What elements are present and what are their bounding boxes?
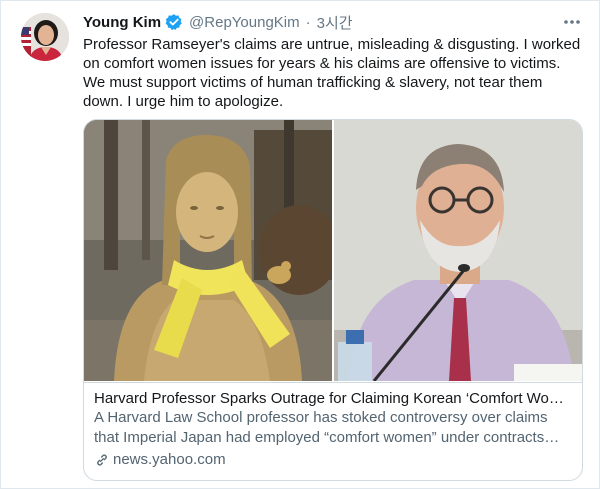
author-handle[interactable]: @RepYoungKim: [189, 14, 300, 31]
card-description: A Harvard Law School professor has stoke…: [94, 409, 548, 446]
card-media[interactable]: [84, 120, 582, 381]
tweet-text: Professor Ramseyer's claims are untrue, …: [83, 36, 581, 110]
author-name[interactable]: Young Kim: [83, 14, 161, 31]
more-options-icon[interactable]: [561, 13, 583, 31]
link-icon: [97, 454, 107, 466]
card-domain-row[interactable]: news.yahoo.com: [94, 450, 572, 470]
link-card[interactable]: Harvard Professor Sparks Outrage for Cla…: [83, 119, 583, 481]
time-separator: ·: [305, 13, 311, 31]
tweet[interactable]: Young Kim @RepYoungKim · 3시간 Professor R…: [0, 0, 600, 489]
verified-badge-icon: [165, 13, 183, 31]
card-domain[interactable]: news.yahoo.com: [113, 450, 226, 470]
avatar-image: [21, 13, 69, 61]
professor-photo: [334, 120, 582, 381]
tweet-timestamp[interactable]: 3시간: [317, 12, 353, 33]
card-title[interactable]: Harvard Professor Sparks Outrage for Cla…: [94, 389, 572, 408]
tweet-header: Young Kim @RepYoungKim · 3시간: [83, 11, 353, 33]
comfort-woman-statue-photo: [84, 120, 332, 381]
card-body[interactable]: Harvard Professor Sparks Outrage for Cla…: [84, 382, 582, 480]
avatar[interactable]: [21, 13, 69, 61]
